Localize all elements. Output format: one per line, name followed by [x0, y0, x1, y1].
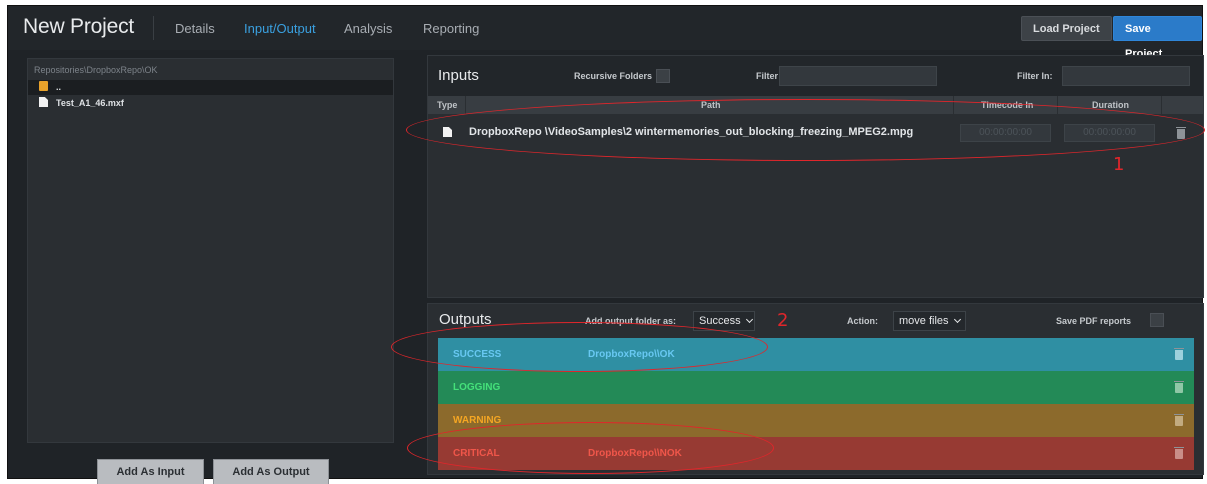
output-level-label: LOGGING [453, 382, 501, 393]
annotation-number-2: 2 [777, 310, 789, 331]
trash-icon[interactable] [1176, 127, 1186, 139]
trash-icon[interactable] [1174, 414, 1184, 426]
action-label: Action: [847, 316, 878, 326]
output-folder-type-value: Success [699, 315, 741, 327]
tab-input-output[interactable]: Input/Output [244, 21, 316, 36]
inputs-toolbar: Inputs Recursive Folders Filter Out: Fil… [428, 56, 1203, 96]
save-project-button[interactable]: Save Project [1113, 16, 1202, 60]
duration-field[interactable]: 00:00:00:00 [1064, 124, 1155, 142]
outputs-title: Outputs [439, 311, 492, 328]
file-icon [443, 127, 452, 137]
inputs-title: Inputs [438, 67, 479, 84]
add-output-folder-label: Add output folder as: [585, 316, 676, 326]
recursive-folders-checkbox[interactable] [656, 69, 670, 83]
output-folder-path: DropboxRepo\\NOK [588, 448, 682, 459]
table-row[interactable]: DropboxRepo \VideoSamples\2 wintermemori… [428, 122, 1203, 144]
column-header-timecode-in: Timecode In [981, 100, 1034, 110]
trash-icon[interactable] [1174, 447, 1184, 459]
action-value: move files [899, 315, 949, 327]
header-divider [153, 16, 154, 40]
list-item-file[interactable]: Test_A1_46.mxf [28, 96, 393, 111]
output-level-label: WARNING [453, 415, 502, 426]
output-row-warning[interactable]: WARNING [438, 404, 1194, 437]
output-level-label: SUCCESS [453, 349, 502, 360]
file-icon [39, 97, 48, 107]
trash-icon[interactable] [1174, 381, 1184, 393]
inputs-table-header: Type Path Timecode In Duration [428, 96, 1203, 114]
input-path: DropboxRepo \VideoSamples\2 wintermemori… [469, 126, 914, 138]
output-level-label: CRITICAL [453, 448, 500, 459]
recursive-folders-label: Recursive Folders [574, 71, 653, 81]
outputs-panel: Outputs Add output folder as: Success Ac… [427, 303, 1204, 475]
output-folder-path: DropboxRepo\\OK [588, 349, 675, 360]
save-pdf-reports-checkbox[interactable] [1150, 313, 1164, 327]
add-as-output-button[interactable]: Add As Output [213, 459, 329, 484]
app-window: New Project Details Input/Output Analysi… [7, 5, 1205, 484]
column-header-path: Path [701, 100, 721, 110]
column-divider [1161, 96, 1162, 114]
file-browser-panel: Repositories\DropboxRepo\OK .. Test_A1_4… [27, 58, 394, 443]
filter-out-input[interactable] [779, 66, 937, 86]
timecode-in-field[interactable]: 00:00:00:00 [960, 124, 1051, 142]
action-select[interactable]: move files [893, 311, 966, 331]
column-header-type: Type [437, 100, 458, 110]
add-as-input-button[interactable]: Add As Input [97, 459, 204, 484]
column-divider [1057, 96, 1058, 114]
column-divider [465, 96, 466, 114]
annotation-number-1: 1 [1113, 154, 1125, 175]
filter-in-input[interactable] [1062, 66, 1190, 86]
output-row-critical[interactable]: CRITICAL DropboxRepo\\NOK [438, 437, 1194, 470]
output-folder-type-select[interactable]: Success [693, 311, 755, 331]
tab-details[interactable]: Details [175, 21, 215, 36]
save-pdf-reports-label: Save PDF reports [1056, 316, 1132, 326]
tab-analysis[interactable]: Analysis [344, 21, 392, 36]
list-item-label: Test_A1_46.mxf [56, 98, 124, 108]
filter-in-label: Filter In: [1017, 71, 1053, 81]
repository-path: Repositories\DropboxRepo\OK [34, 65, 158, 75]
output-row-logging[interactable]: LOGGING [438, 371, 1194, 404]
chevron-down-icon [745, 315, 753, 324]
column-divider [953, 96, 954, 114]
chevron-down-icon [953, 315, 961, 324]
header-bar: New Project Details Input/Output Analysi… [8, 6, 1202, 60]
output-row-success[interactable]: SUCCESS DropboxRepo\\OK [438, 338, 1194, 371]
load-project-button[interactable]: Load Project [1021, 16, 1112, 41]
column-header-duration: Duration [1092, 100, 1129, 110]
page-title: New Project [23, 15, 135, 38]
tab-reporting[interactable]: Reporting [423, 21, 479, 36]
list-item-parent-folder[interactable]: .. [28, 80, 393, 95]
list-item-label: .. [56, 82, 62, 92]
inputs-panel: Inputs Recursive Folders Filter Out: Fil… [427, 55, 1204, 298]
folder-icon [39, 81, 48, 91]
trash-icon[interactable] [1174, 348, 1184, 360]
